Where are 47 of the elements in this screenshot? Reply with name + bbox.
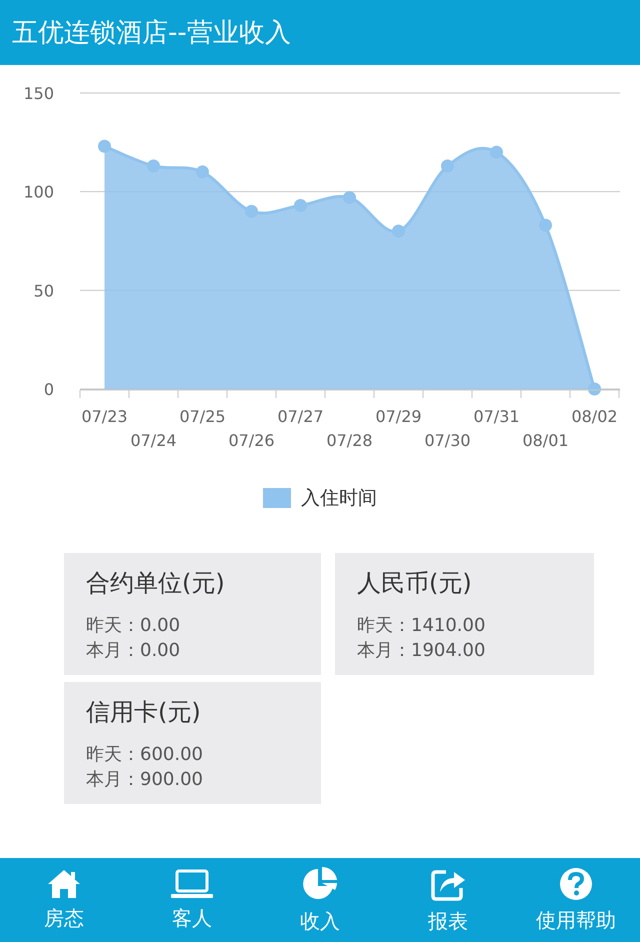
card-title: 合约单位(元) <box>86 568 226 599</box>
data-point <box>196 165 209 178</box>
nav-tab[interactable]: 报表 <box>393 866 503 934</box>
card-line: 本月：1904.00 <box>357 639 486 663</box>
card-line: 本月：0.00 <box>86 639 182 663</box>
x-tick-label: 07/26 <box>228 431 275 450</box>
card-line: 昨天：600.00 <box>86 743 204 767</box>
help-icon <box>559 866 593 900</box>
card-title: 信用卡(元) <box>86 697 202 728</box>
x-tick-label: 07/23 <box>81 407 128 426</box>
x-tick-label: 08/02 <box>571 407 618 426</box>
x-tick-label: 07/27 <box>277 407 324 426</box>
nav-tab[interactable]: 客人 <box>137 868 247 932</box>
x-tick-label: 07/28 <box>326 431 373 450</box>
x-tick-label: 07/24 <box>130 431 177 450</box>
data-point <box>490 146 503 159</box>
card-line: 昨天：1410.00 <box>357 614 486 638</box>
y-tick-label: 50 <box>34 281 54 300</box>
data-point <box>539 218 552 232</box>
house-icon <box>47 868 81 898</box>
card-line: 本月：900.00 <box>86 768 204 792</box>
card-line: 昨天：0.00 <box>86 614 182 638</box>
nav-tab[interactable]: 房态 <box>9 868 119 932</box>
legend-swatch <box>263 488 291 508</box>
data-point <box>441 160 454 173</box>
data-point <box>98 140 111 153</box>
x-tick-label: 07/30 <box>424 431 471 450</box>
nav-tab[interactable]: 使用帮助 <box>521 866 631 934</box>
x-tick-label: 07/31 <box>473 407 520 426</box>
data-point <box>147 160 160 173</box>
card-title: 人民币(元) <box>357 568 473 599</box>
laptop-icon <box>170 868 214 898</box>
data-point <box>245 204 258 218</box>
page-title: 五优连锁酒店--营业收入 <box>12 17 291 50</box>
y-tick-label: 0 <box>44 380 54 399</box>
legend-label: 入住时间 <box>301 486 377 511</box>
data-point <box>343 191 356 204</box>
x-tick-label: 08/01 <box>522 431 569 450</box>
x-tick-label: 07/25 <box>179 407 226 426</box>
pie-chart-icon <box>301 866 339 902</box>
data-point <box>392 224 405 238</box>
x-tick-label: 07/29 <box>375 407 422 426</box>
data-point <box>588 382 601 396</box>
y-tick-label: 100 <box>23 182 54 202</box>
nav-tab[interactable]: 收入 <box>265 866 375 934</box>
y-tick-label: 150 <box>23 84 54 103</box>
data-point <box>294 198 307 212</box>
